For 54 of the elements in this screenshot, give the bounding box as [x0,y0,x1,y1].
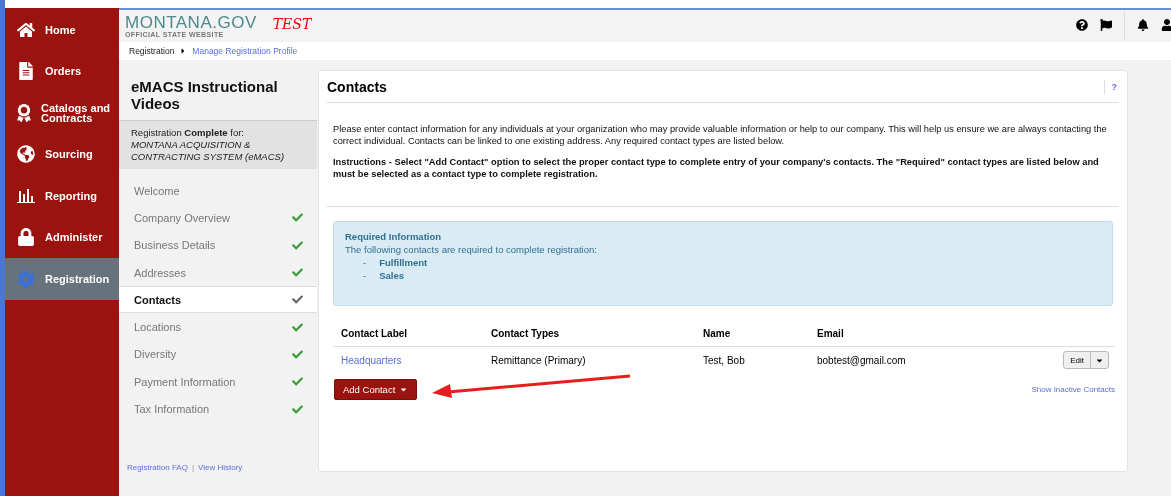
table-cell-text: Remittance (Primary) [490,353,587,368]
sidebar-item[interactable]: Sourcing [5,133,119,175]
required-contact: Sales [379,270,404,281]
panel-title: eMACS Instructional Videos [130,77,279,114]
sidebar-item[interactable]: Reporting [5,175,119,217]
help-icon[interactable] [1076,18,1088,34]
globe-icon [15,144,37,165]
step-item[interactable]: Tax Information [119,395,317,423]
step-item[interactable]: Locations [119,313,317,341]
award-icon [15,102,33,123]
contact-link[interactable]: Headquarters [341,354,402,366]
history-link[interactable]: View History [198,463,243,472]
sidebar-item[interactable]: Orders [5,50,119,92]
step-item[interactable]: Welcome [119,177,317,205]
sidebar-item[interactable]: Registration [5,258,119,300]
bullet: - [363,270,367,281]
info-text: The following contacts are required to complete registration: [345,244,598,255]
step-item[interactable]: Business Details [119,231,317,259]
bell-icon[interactable] [1137,18,1149,34]
sidebar-item[interactable]: Home [5,9,119,51]
table-cell-text: bobtest@gmail.com [816,353,907,368]
site-logo: MONTANA.GOV [125,14,257,31]
settings-icon [15,268,37,289]
caret-icon [399,385,409,394]
sidebar-item[interactable]: Administer [5,216,119,258]
required-contact: Fulfillment [379,257,428,268]
lock-icon [15,227,37,248]
column-header: Contact Types [483,320,695,347]
instructions-text: Instructions - Select "Add Contact" option to select the proper contact type to complete entry of your company's contacts. The "Required" contact types are listed below and must be selected as a contact type to complete registration. [332,156,1100,180]
step-item[interactable]: Addresses [119,258,317,287]
bullet: - [363,257,367,268]
card-title: Contacts [327,78,387,95]
sidebar-item[interactable]: Catalogs and Contracts [5,92,119,134]
step-item[interactable]: Contacts [119,286,317,314]
separator: | [191,463,194,472]
step-item[interactable]: Diversity [119,340,317,369]
breadcrumb-text: Registration [129,46,175,56]
column-header: Contact Label [333,320,483,347]
add-contact-button[interactable]: Add Contact [334,379,418,400]
status-text: Registration Complete for: [131,127,244,138]
info-title: Required Information [345,231,443,242]
step-item[interactable]: Company Overview [119,204,317,232]
column-header: Email [809,320,1009,347]
help-link[interactable]: ? [1103,79,1119,94]
table-cell-text: Test, Bob [702,353,746,368]
faq-link[interactable]: Registration FAQ [127,463,188,472]
user-icon[interactable] [1161,18,1171,34]
step-item[interactable]: Payment Information [119,368,317,396]
intro-text: Please enter contact information for any individuals at your organization who may provide valuable information or help to our company. This will help us ensure we are always contacting the correct individual. Contacts can be linked to one existing address. Any required contact types are listed below. [332,123,1108,147]
flag-icon[interactable] [1100,18,1112,34]
organization-name: MONTANA ACQUISITION & CONTRACTING SYSTEM (eMACS) [131,139,285,162]
column-header: Name [695,320,809,347]
environment-label: TEST [272,16,312,32]
breadcrumb-link[interactable]: Manage Registration Profile [192,46,298,56]
